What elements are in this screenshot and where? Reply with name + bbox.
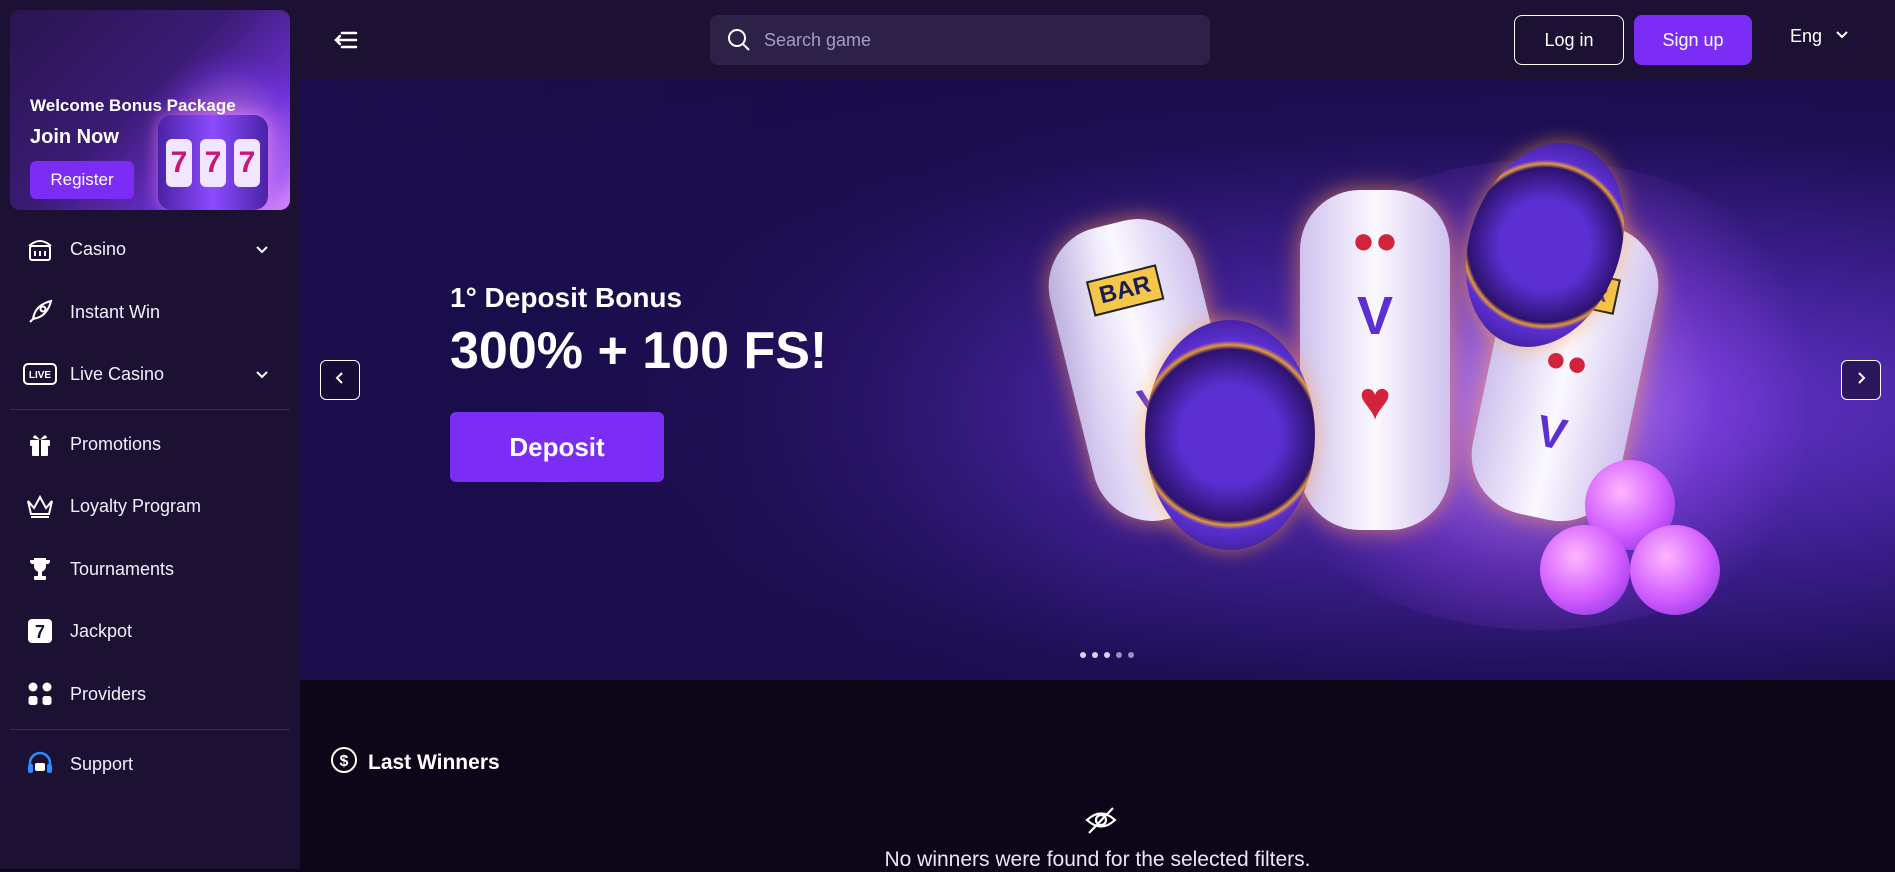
sidebar-item-label: Providers	[70, 683, 147, 704]
sidebar-item-live-casino[interactable]: LIVE Live Casino	[10, 349, 290, 399]
seven-icon: 7	[20, 616, 60, 646]
search-placeholder: Search game	[764, 29, 872, 50]
sidebar-item-tournaments[interactable]: Tournaments	[10, 544, 290, 594]
crown-icon	[20, 491, 60, 521]
carousel-next-button[interactable]	[1841, 360, 1881, 400]
live-icon: LIVE	[20, 359, 60, 389]
top-bar: Search game Log in Sign up Eng	[300, 0, 1895, 80]
carousel-dot[interactable]	[1092, 652, 1098, 658]
dollar-coin-icon: $	[330, 746, 358, 780]
carousel-dot[interactable]	[1116, 652, 1122, 658]
chevron-left-icon	[333, 371, 347, 390]
svg-text:$: $	[340, 753, 349, 770]
language-selector[interactable]: Eng	[1790, 26, 1850, 47]
sidebar-item-providers[interactable]: Providers	[10, 669, 290, 719]
welcome-bonus-banner[interactable]: 777 Welcome Bonus Package Join Now Regis…	[10, 10, 290, 210]
sidebar-item-label: Tournaments	[70, 558, 175, 579]
carousel-prev-button[interactable]	[320, 360, 360, 400]
grid-icon	[20, 679, 60, 709]
sidebar-item-instant-win[interactable]: Instant Win	[10, 287, 290, 337]
signup-button[interactable]: Sign up	[1634, 15, 1752, 65]
sidebar-item-label: Live Casino	[70, 363, 165, 384]
sidebar-item-label: Support	[70, 753, 134, 774]
sidebar-item-jackpot[interactable]: 7 Jackpot	[10, 606, 290, 656]
sidebar-item-promotions[interactable]: Promotions	[10, 419, 290, 469]
search-icon	[726, 27, 752, 53]
carousel-dot[interactable]	[1080, 652, 1086, 658]
trophy-icon	[20, 554, 60, 584]
sidebar: 777 Welcome Bonus Package Join Now Regis…	[0, 0, 300, 869]
sidebar-item-casino[interactable]: Casino	[10, 224, 290, 274]
sidebar-item-support[interactable]: Support	[10, 739, 290, 789]
sidebar-item-label: Promotions	[70, 433, 162, 454]
sidebar-item-label: Jackpot	[70, 620, 133, 641]
sidebar-divider	[10, 729, 290, 730]
gift-icon	[20, 429, 60, 459]
promo-subtitle: Join Now	[30, 126, 119, 148]
register-button[interactable]: Register	[30, 161, 134, 199]
chevron-right-icon	[1854, 371, 1868, 390]
carousel-dot[interactable]	[1128, 652, 1134, 658]
svg-text:7: 7	[35, 622, 45, 642]
section-title: Last Winners	[368, 751, 500, 774]
hero-title: 1° Deposit Bonus	[450, 282, 683, 313]
carousel-dot[interactable]	[1104, 652, 1110, 658]
language-label: Eng	[1790, 26, 1823, 46]
casino-icon	[20, 234, 60, 264]
empty-state-message: No winners were found for the selected f…	[884, 848, 1311, 871]
deposit-button[interactable]: Deposit	[450, 412, 664, 482]
sidebar-item-label: Loyalty Program	[70, 495, 202, 516]
collapse-menu-icon[interactable]	[332, 26, 360, 54]
eye-off-icon	[1084, 803, 1118, 837]
chevron-down-icon	[1834, 26, 1850, 47]
hero-headline: 300% + 100 FS!	[450, 322, 828, 380]
chevron-down-icon[interactable]	[254, 241, 270, 262]
slot-machine-image: 777	[158, 115, 268, 210]
carousel-dots	[1080, 652, 1134, 658]
login-button[interactable]: Log in	[1514, 15, 1624, 65]
last-winners-header: $ Last Winners	[330, 746, 500, 780]
sidebar-item-loyalty-program[interactable]: Loyalty Program	[10, 481, 290, 531]
search-input[interactable]: Search game	[710, 15, 1210, 65]
headset-icon	[20, 749, 60, 779]
promo-title: Welcome Bonus Package	[30, 96, 236, 115]
hero-banner[interactable]: BAR V ●● V ♥ BAR ●● V 1° Deposit Bonus 3…	[300, 80, 1895, 680]
chevron-down-icon[interactable]	[254, 366, 270, 387]
svg-text:LIVE: LIVE	[29, 370, 52, 381]
sidebar-divider	[10, 409, 290, 410]
sidebar-item-label: Casino	[70, 238, 127, 259]
rocket-icon	[20, 297, 60, 327]
sidebar-item-label: Instant Win	[70, 301, 161, 322]
